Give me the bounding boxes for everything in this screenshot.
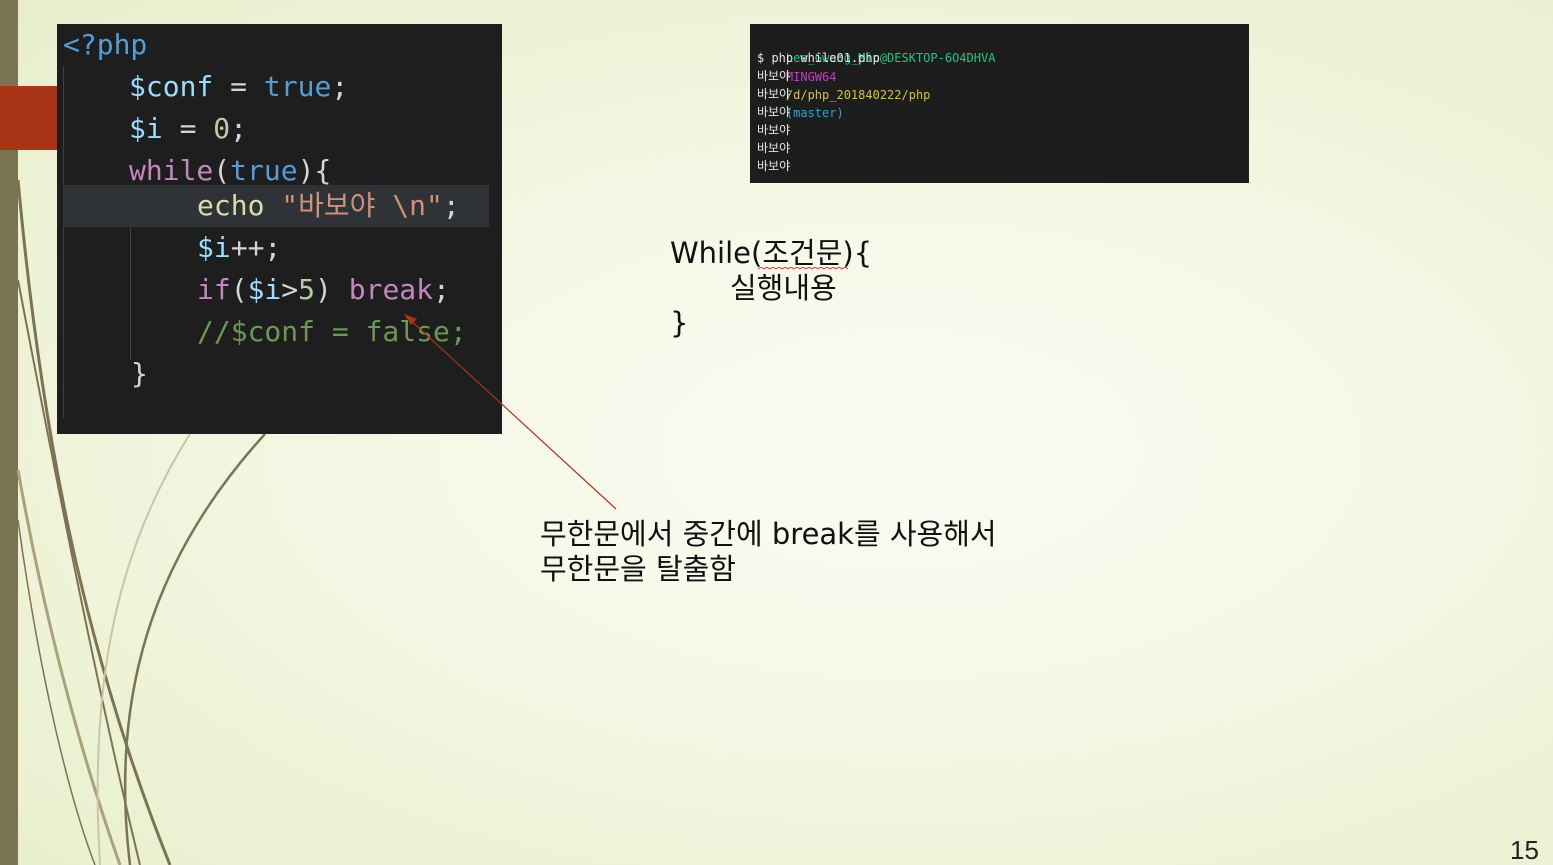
slide-page-number: 15 [1510,835,1539,865]
annotation-line-2: 무한문을 탈출함 [540,552,736,586]
annotation-line-1: 무한문에서 중간에 break를 사용해서 [540,517,997,551]
annotation-arrow [404,314,617,510]
break-annotation: 무한문에서 중간에 break를 사용해서 무한문을 탈출함 [540,517,997,587]
